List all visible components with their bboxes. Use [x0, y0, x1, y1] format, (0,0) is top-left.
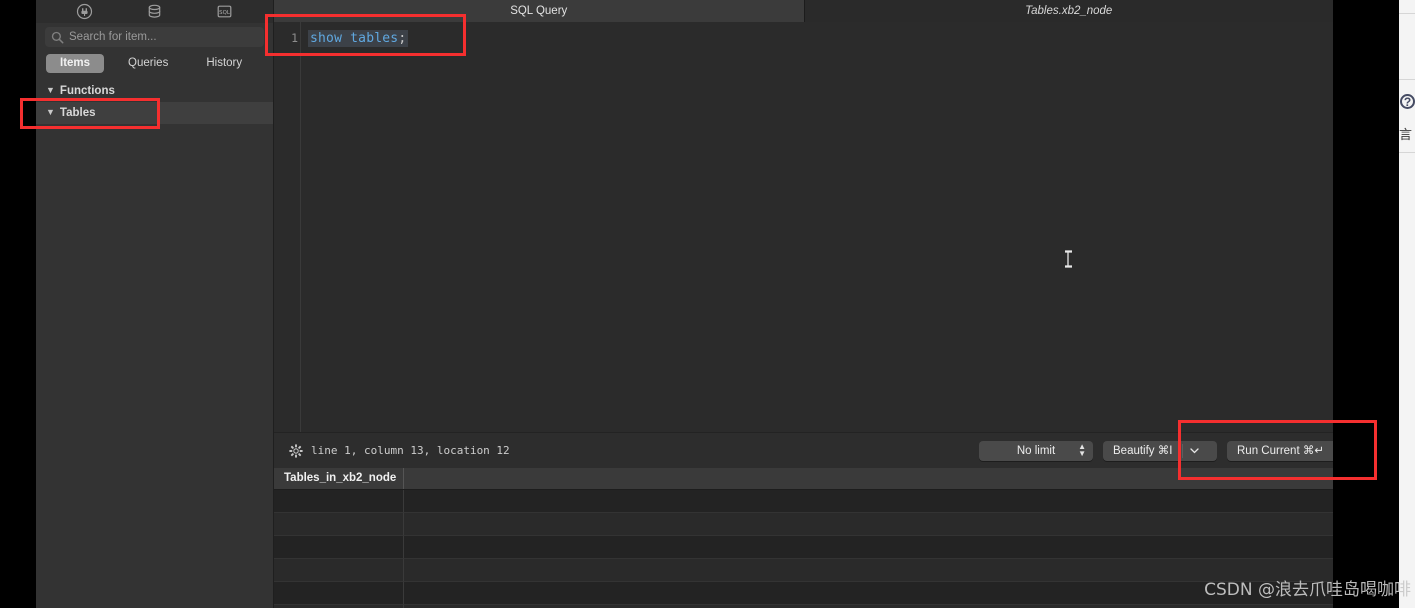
stepper-down-icon[interactable]: ▼ — [1078, 450, 1086, 458]
sql-terminator: ; — [398, 30, 407, 46]
editor-tabbar: SQL Query Tables.xb2_node — [274, 0, 1333, 23]
gear-icon[interactable] — [289, 444, 303, 458]
background-window-strip: ? 言 — [1399, 0, 1415, 608]
table-row[interactable] — [274, 490, 1333, 513]
tree-item-label: Functions — [59, 85, 115, 97]
sql-editor[interactable]: 1 show tables; — [274, 22, 1333, 432]
cell-0-1 — [404, 490, 1333, 513]
beautify-label: Beautify ⌘I — [1113, 445, 1173, 457]
connection-plug-icon[interactable] — [75, 3, 95, 20]
help-question-icon[interactable]: ? — [1400, 94, 1415, 109]
search-icon — [51, 31, 64, 43]
text-ibeam-cursor — [1065, 250, 1072, 268]
chevron-down-icon[interactable] — [1183, 448, 1205, 454]
tree-item-tables[interactable]: ▼ Tables — [36, 102, 273, 124]
beautify-button[interactable]: Beautify ⌘I — [1103, 441, 1217, 461]
run-current-button[interactable]: Run Current ⌘↵ — [1227, 441, 1333, 461]
cell-1-0 — [274, 513, 404, 536]
sql-space — [342, 31, 350, 46]
stepper-arrows-icon[interactable]: ▲ ▼ — [1078, 443, 1086, 458]
tab-tables-xb2-node[interactable]: Tables.xb2_node — [803, 0, 1333, 22]
table-row[interactable] — [274, 582, 1333, 605]
run-current-label: Run Current ⌘↵ — [1237, 445, 1324, 457]
table-row[interactable] — [274, 536, 1333, 559]
csdn-watermark: CSDN @浪去爪哇岛喝咖啡 — [1204, 580, 1411, 600]
tree-item-label: Tables — [59, 107, 96, 119]
chevron-down-icon[interactable]: ▼ — [46, 107, 55, 117]
svg-text:SQL: SQL — [219, 10, 230, 16]
search-input[interactable] — [69, 31, 258, 43]
cell-2-0 — [274, 536, 404, 559]
editor-statusbar: line 1, column 13, location 12 No limit … — [274, 432, 1333, 470]
sql-keyword-show: show — [310, 30, 343, 46]
tab-sql-query[interactable]: SQL Query — [274, 0, 804, 22]
results-grid[interactable]: Tables_in_xb2_node — [274, 468, 1333, 608]
cell-2-1 — [404, 536, 1333, 559]
chevron-down-icon[interactable]: ▼ — [46, 85, 55, 95]
background-partial-text: 言 — [1399, 128, 1413, 143]
column-header-tables-in-xb2-node[interactable]: Tables_in_xb2_node — [274, 468, 404, 489]
cell-3-0 — [274, 559, 404, 582]
sidebar-tab-items[interactable]: Items — [46, 54, 105, 73]
cell-4-0 — [274, 582, 404, 605]
sidebar-segmented-control: Items Queries History — [46, 54, 268, 73]
sidebar-toolbar: SQL — [36, 0, 273, 23]
sql-code-text[interactable]: show tables; — [308, 29, 409, 47]
bg-divider — [1399, 152, 1415, 153]
row-limit-label: No limit — [1016, 445, 1056, 457]
row-limit-stepper[interactable]: No limit ▲ ▼ — [979, 441, 1093, 461]
table-row[interactable] — [274, 513, 1333, 536]
sidebar-tab-history[interactable]: History — [192, 54, 256, 73]
cell-3-1 — [404, 559, 1333, 582]
tree-item-functions[interactable]: ▼ Functions — [36, 80, 273, 102]
line-number: 1 — [291, 31, 298, 45]
results-header-row: Tables_in_xb2_node — [274, 468, 1333, 490]
sidebar-tab-queries[interactable]: Queries — [114, 54, 182, 73]
sql-client-window: SQL Items Queries History ▼ Functions ▼ … — [36, 0, 1333, 608]
cell-1-1 — [404, 513, 1333, 536]
bg-divider — [1399, 13, 1415, 14]
sidebar: SQL Items Queries History ▼ Functions ▼ … — [36, 0, 274, 608]
cell-0-0 — [274, 490, 404, 513]
cursor-position-status: line 1, column 13, location 12 — [311, 444, 510, 457]
sql-keyword-tables: tables — [350, 30, 399, 46]
cell-4-1 — [404, 582, 1333, 605]
code-line-1[interactable]: 1 show tables; — [274, 28, 409, 48]
search-box[interactable] — [45, 27, 264, 47]
sql-icon[interactable]: SQL — [214, 3, 234, 20]
column-header-empty[interactable] — [404, 468, 1333, 489]
database-icon[interactable] — [144, 3, 164, 20]
gutter-divider — [300, 22, 301, 432]
table-row[interactable] — [274, 559, 1333, 582]
bg-divider — [1399, 79, 1415, 80]
main-pane: SQL Query Tables.xb2_node 1 show tables; — [274, 0, 1333, 608]
